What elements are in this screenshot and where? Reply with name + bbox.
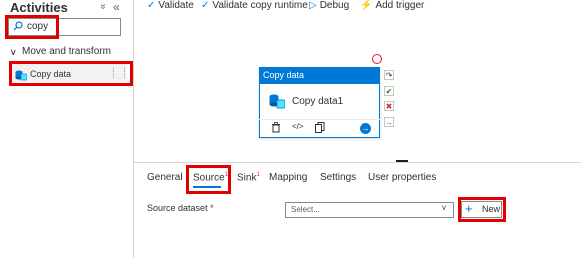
success-check-icon[interactable]: ✔ bbox=[384, 86, 394, 96]
hide-pane-icon[interactable]: « bbox=[113, 0, 120, 14]
activities-title: Activities bbox=[10, 0, 68, 15]
collapse-all-icon[interactable]: » bbox=[97, 1, 108, 12]
skip-arrow-icon[interactable]: ↷ bbox=[384, 70, 394, 80]
validate-runtime-label: Validate copy runtime bbox=[212, 0, 308, 11]
search-highlight-box bbox=[5, 15, 59, 39]
activity-node-divider bbox=[259, 119, 380, 120]
validate-runtime-button[interactable]: ✓ Validate copy runtime bbox=[201, 0, 308, 11]
source-dataset-label: Source dataset * bbox=[147, 203, 214, 213]
chevron-down-icon: ∨ bbox=[441, 203, 447, 212]
activity-node-type: Copy data bbox=[263, 70, 305, 80]
chevron-down-icon[interactable]: ∨ bbox=[10, 47, 17, 58]
group-move-and-transform[interactable]: Move and transform bbox=[22, 46, 111, 57]
failure-x-icon[interactable]: ✖ bbox=[384, 101, 394, 111]
activity-node-name: Copy data1 bbox=[292, 96, 344, 107]
copy-data-icon bbox=[269, 94, 286, 109]
tab-mapping[interactable]: Mapping bbox=[269, 172, 307, 183]
debug-label: Debug bbox=[319, 0, 350, 11]
tab-sink[interactable]: Sink1 bbox=[237, 172, 260, 183]
debug-button[interactable]: ▷ Debug bbox=[309, 0, 349, 11]
source-dataset-placeholder: Select... bbox=[291, 205, 320, 214]
tab-general[interactable]: General bbox=[147, 172, 183, 183]
add-trigger-label: Add trigger bbox=[375, 0, 425, 11]
new-button-highlight-box bbox=[458, 197, 506, 222]
tab-sink-badge: 1 bbox=[256, 172, 260, 178]
copy-icon[interactable] bbox=[315, 122, 325, 136]
required-marker: * bbox=[210, 203, 214, 213]
add-trigger-button[interactable]: ⚡ Add trigger bbox=[360, 0, 424, 11]
check-icon: ✓ bbox=[147, 0, 156, 11]
completion-arrow-icon[interactable]: → bbox=[384, 117, 394, 127]
trigger-icon: ⚡ bbox=[360, 0, 373, 11]
code-icon[interactable]: </> bbox=[292, 122, 304, 131]
tab-settings[interactable]: Settings bbox=[320, 172, 356, 183]
remove-activity-icon[interactable] bbox=[372, 54, 382, 64]
tab-highlight-box bbox=[186, 165, 231, 194]
activity-highlight-box bbox=[9, 61, 133, 86]
delete-icon[interactable] bbox=[271, 122, 281, 136]
debug-icon: ▷ bbox=[309, 0, 317, 11]
check-icon: ✓ bbox=[201, 0, 210, 11]
tab-user-properties[interactable]: User properties bbox=[368, 172, 436, 183]
validate-label: Validate bbox=[158, 0, 194, 11]
validate-button[interactable]: ✓ Validate bbox=[147, 0, 194, 11]
go-arrow-icon[interactable]: → bbox=[360, 123, 371, 134]
